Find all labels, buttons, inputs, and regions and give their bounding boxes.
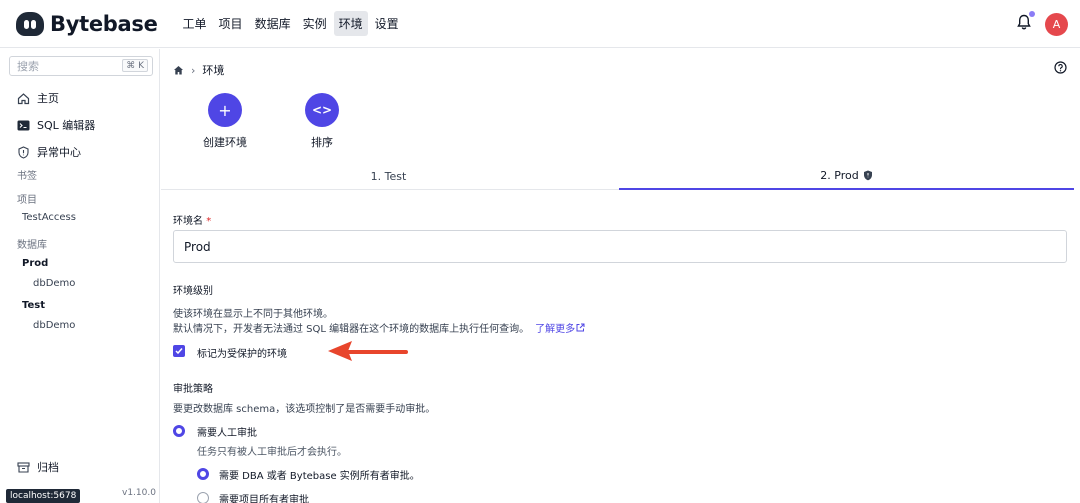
env-tier-description: 使该环境在显示上不同于其他环境。 bbox=[173, 309, 333, 320]
sidebar-item-home[interactable]: 主页 bbox=[17, 90, 59, 106]
breadcrumb: › 环境 bbox=[173, 62, 224, 78]
sidebar-item-archive[interactable]: 归档 bbox=[17, 459, 59, 475]
reorder-button[interactable]: <> 排序 bbox=[292, 93, 352, 150]
sidebar-item-label: 归档 bbox=[37, 461, 59, 474]
plus-icon: + bbox=[208, 93, 242, 127]
projects-heading: 项目 bbox=[17, 195, 37, 206]
code-icon: <> bbox=[305, 93, 339, 127]
approval-policy-description: 要更改数据库 schema，该选项控制了是否需要手动审批。 bbox=[173, 404, 436, 415]
sidebar-item-label: 异常中心 bbox=[37, 146, 81, 159]
terminal-icon bbox=[17, 120, 30, 130]
avatar[interactable]: A bbox=[1045, 13, 1068, 36]
nav-environments[interactable]: 环境 bbox=[333, 11, 368, 36]
annotation-arrow bbox=[328, 341, 408, 361]
tab-label: 2. Prod bbox=[820, 168, 859, 182]
env-tier-description-text: 默认情况下，开发者无法通过 SQL 编辑器在这个环境的数据库上执行任何查询。 bbox=[173, 324, 530, 335]
bytebase-logo-icon bbox=[16, 11, 44, 36]
nav-issues[interactable]: 工单 bbox=[178, 11, 212, 36]
main-content: › 环境 + 创建环境 <> 排序 1. Test 2. Prod 环境名 * … bbox=[161, 49, 1080, 503]
env-name-input[interactable]: Prod bbox=[173, 230, 1067, 263]
home-icon bbox=[17, 92, 30, 104]
dba-approval-radio[interactable] bbox=[197, 468, 209, 480]
sidebar-project-item[interactable]: TestAccess bbox=[22, 212, 76, 223]
logo[interactable]: Bytebase bbox=[16, 11, 158, 36]
learn-more-text: 了解更多 bbox=[535, 324, 576, 335]
tab-test[interactable]: 1. Test bbox=[161, 162, 616, 190]
sidebar-database-item[interactable]: dbDemo bbox=[33, 278, 75, 289]
dba-approval-label: 需要 DBA 或者 Bytebase 实例所有者审批。 bbox=[219, 471, 420, 482]
notification-dot bbox=[1029, 11, 1035, 17]
sidebar-env-group-prod: Prod bbox=[22, 258, 49, 269]
bell-icon[interactable] bbox=[1017, 14, 1031, 30]
project-owner-radio[interactable] bbox=[197, 492, 209, 503]
approval-policy-heading: 审批策略 bbox=[173, 384, 213, 395]
search-input[interactable]: 搜索 ⌘ K bbox=[9, 56, 153, 76]
env-name-value: Prod bbox=[184, 239, 211, 254]
bookmarks-heading: 书签 bbox=[17, 171, 37, 182]
shield-alert-icon bbox=[18, 145, 29, 159]
archive-icon bbox=[17, 461, 30, 473]
protected-checkbox-label: 标记为受保护的环境 bbox=[197, 349, 287, 360]
top-bar: Bytebase 工单 项目 数据库 实例 环境 设置 A bbox=[0, 0, 1080, 48]
create-environment-button[interactable]: + 创建环境 bbox=[195, 93, 255, 150]
sidebar-item-label: 主页 bbox=[37, 92, 59, 105]
env-tier-heading: 环境级别 bbox=[173, 286, 213, 297]
tab-prod[interactable]: 2. Prod bbox=[619, 162, 1074, 190]
sidebar-database-item[interactable]: dbDemo bbox=[33, 320, 75, 331]
project-owner-label: 需要项目所有者审批 bbox=[219, 495, 309, 503]
nav-instances[interactable]: 实例 bbox=[298, 11, 332, 36]
home-icon[interactable] bbox=[173, 65, 184, 76]
sidebar-item-label: SQL 编辑器 bbox=[37, 119, 96, 132]
databases-heading: 数据库 bbox=[17, 240, 47, 251]
top-nav: 工单 项目 数据库 实例 环境 设置 bbox=[178, 11, 404, 36]
shield-icon bbox=[863, 170, 872, 180]
url-tooltip: localhost:5678 bbox=[6, 489, 81, 503]
breadcrumb-separator-icon: › bbox=[191, 63, 196, 77]
env-tier-description-2: 默认情况下，开发者无法通过 SQL 编辑器在这个环境的数据库上执行任何查询。 了解… bbox=[173, 320, 585, 335]
action-label: 排序 bbox=[311, 136, 333, 149]
nav-settings[interactable]: 设置 bbox=[370, 11, 404, 36]
breadcrumb-current: 环境 bbox=[202, 64, 225, 77]
manual-approval-label: 需要人工审批 bbox=[197, 428, 257, 439]
tab-label: 1. Test bbox=[370, 169, 407, 183]
check-icon bbox=[175, 348, 183, 355]
help-icon[interactable] bbox=[1054, 61, 1067, 74]
action-label: 创建环境 bbox=[203, 136, 247, 149]
manual-approval-sub: 任务只有被人工审批后才会执行。 bbox=[197, 447, 347, 458]
sidebar-item-sql-editor[interactable]: SQL 编辑器 bbox=[17, 117, 95, 133]
sidebar-env-group-test: Test bbox=[22, 300, 46, 311]
env-name-label-text: 环境名 bbox=[173, 216, 203, 227]
sidebar-item-anomaly-center[interactable]: 异常中心 bbox=[17, 144, 81, 160]
nav-databases[interactable]: 数据库 bbox=[250, 11, 296, 36]
sidebar: 搜索 ⌘ K 主页 SQL 编辑器 异常中心 书签 项目 TestAccess … bbox=[0, 49, 160, 503]
search-placeholder: 搜索 bbox=[17, 60, 39, 73]
external-link-icon bbox=[576, 323, 585, 332]
brand-name: Bytebase bbox=[50, 11, 158, 36]
required-marker: * bbox=[206, 216, 212, 227]
nav-projects[interactable]: 项目 bbox=[214, 11, 248, 36]
environment-tabs: 1. Test 2. Prod bbox=[161, 162, 1074, 190]
learn-more-link[interactable]: 了解更多 bbox=[535, 323, 585, 335]
version-label: v1.10.0 bbox=[122, 488, 156, 498]
manual-approval-radio[interactable] bbox=[173, 425, 185, 437]
env-name-label: 环境名 * bbox=[173, 212, 211, 227]
protected-checkbox[interactable] bbox=[173, 345, 185, 357]
search-shortcut: ⌘ K bbox=[122, 59, 148, 72]
